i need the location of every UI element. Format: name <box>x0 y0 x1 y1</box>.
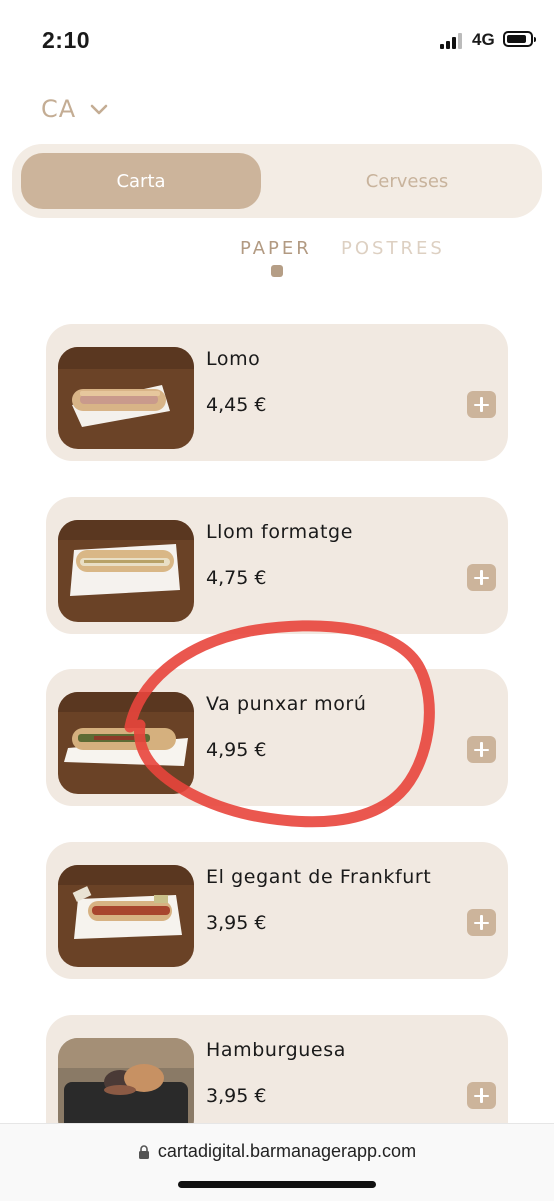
product-card[interactable]: Va punxar morú 4,95 € <box>46 669 508 806</box>
active-category-indicator <box>271 265 283 277</box>
add-to-cart-button[interactable] <box>467 1082 496 1109</box>
browser-url-bar: cartadigital.barmanagerapp.com <box>0 1123 554 1201</box>
add-to-cart-button[interactable] <box>467 909 496 936</box>
product-card[interactable]: El gegant de Frankfurt 3,95 € <box>46 842 508 979</box>
status-bar: 2:10 4G <box>0 0 554 80</box>
chevron-down-icon <box>90 104 108 114</box>
product-price: 4,75 € <box>206 567 267 589</box>
product-price: 4,45 € <box>206 394 267 416</box>
product-image <box>58 692 194 794</box>
product-image <box>58 520 194 622</box>
battery-icon <box>503 31 536 47</box>
tab-carta[interactable]: Carta <box>21 153 261 209</box>
add-to-cart-button[interactable] <box>467 391 496 418</box>
product-name: Va punxar morú <box>206 693 367 715</box>
product-price: 3,95 € <box>206 1085 267 1107</box>
add-to-cart-button[interactable] <box>467 736 496 763</box>
product-card[interactable]: Llom formatge 4,75 € <box>46 497 508 634</box>
menu-tabs: Carta Cerveses <box>12 144 542 218</box>
product-name: Lomo <box>206 348 261 370</box>
category-paper[interactable]: PAPER <box>240 238 312 259</box>
product-image <box>58 865 194 967</box>
url-address[interactable]: cartadigital.barmanagerapp.com <box>0 1141 554 1162</box>
network-type: 4G <box>472 30 495 49</box>
status-time: 2:10 <box>42 27 91 53</box>
product-price: 4,95 € <box>206 739 267 761</box>
product-name: El gegant de Frankfurt <box>206 866 432 888</box>
product-card[interactable]: Lomo 4,45 € <box>46 324 508 461</box>
home-indicator[interactable] <box>178 1181 376 1188</box>
language-code: CA <box>41 95 77 123</box>
product-name: Hamburguesa <box>206 1039 346 1061</box>
product-price: 3,95 € <box>206 912 267 934</box>
cellular-signal-icon <box>440 33 466 49</box>
lock-icon <box>138 1144 149 1159</box>
category-postres[interactable]: POSTRES <box>341 238 445 259</box>
product-name: Llom formatge <box>206 521 353 543</box>
add-to-cart-button[interactable] <box>467 564 496 591</box>
tab-cerveses[interactable]: Cerveses <box>282 153 532 209</box>
url-text: cartadigital.barmanagerapp.com <box>157 1141 417 1161</box>
language-selector[interactable]: CA <box>41 92 108 126</box>
product-image <box>58 347 194 449</box>
